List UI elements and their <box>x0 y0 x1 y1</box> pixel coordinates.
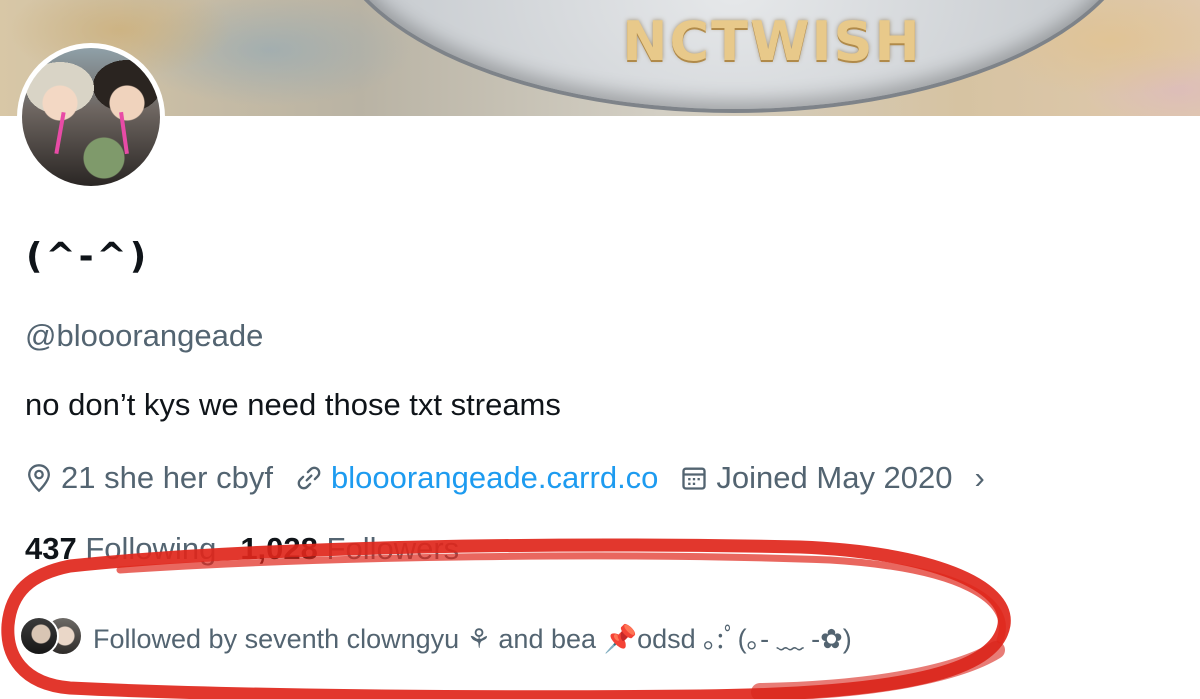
location-item: 21 she her cbyf <box>25 460 273 496</box>
location-text: 21 she her cbyf <box>61 460 273 495</box>
profile-avatar[interactable] <box>17 43 165 191</box>
straw-decoration <box>54 111 66 155</box>
banner-text: NCTWISH <box>622 10 922 73</box>
link-icon <box>297 466 321 490</box>
profile-banner[interactable]: NCTWISH <box>0 0 1200 116</box>
calendar-icon <box>682 467 707 490</box>
following-count: 437 <box>25 531 77 566</box>
following-link[interactable]: 437 Following <box>25 531 216 566</box>
followers-count: 1,028 <box>240 531 318 566</box>
followed-by-row[interactable]: Followed by seventh clowngyu ⚘ and bea 📌… <box>19 614 852 658</box>
more-meta-chevron-icon[interactable]: › <box>975 460 985 496</box>
website-item[interactable]: blooorangeade.carrd.co <box>295 460 658 496</box>
user-handle: @blooorangeade <box>25 318 264 353</box>
location-pin-icon <box>28 464 50 493</box>
followers-link[interactable]: 1,028 Followers <box>240 531 459 566</box>
follow-stats: 437 Following 1,028 Followers <box>25 531 459 567</box>
joined-date: Joined May 2020 <box>716 460 953 495</box>
following-label: Following <box>85 531 217 566</box>
avatar-photo <box>22 48 160 186</box>
profile-meta-row: 21 she her cbyf blooorangeade.carrd.co J… <box>25 460 1007 496</box>
joined-item: Joined May 2020 <box>680 460 953 496</box>
website-link[interactable]: blooorangeade.carrd.co <box>331 460 658 496</box>
profile-bio: no don’t kys we need those txt streams <box>25 387 561 422</box>
display-name: (^-^) <box>26 236 150 277</box>
follower-avatar <box>19 616 59 656</box>
followed-by-text: Followed by seventh clowngyu ⚘ and bea 📌… <box>93 623 852 654</box>
straw-decoration <box>119 111 129 155</box>
followers-label: Followers <box>326 531 460 566</box>
